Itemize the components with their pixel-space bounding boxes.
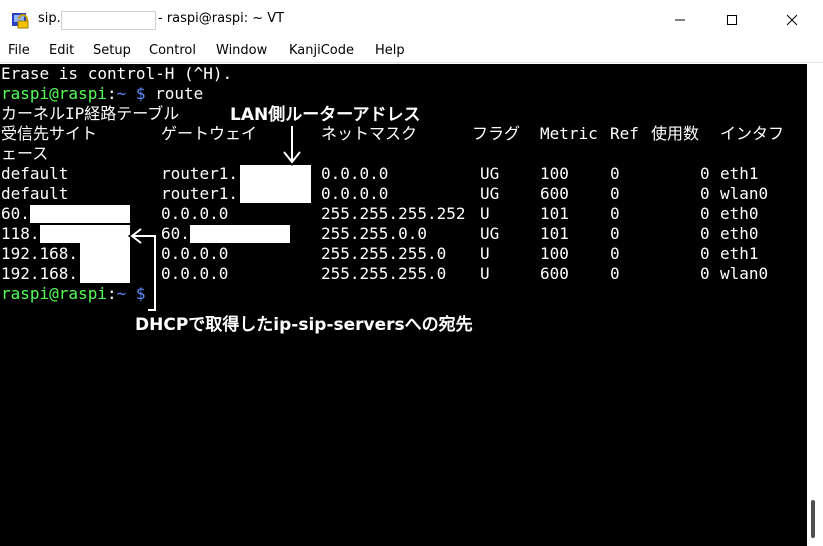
bracket-arrow-icon (127, 227, 158, 313)
annotation-arrows (127, 126, 302, 313)
annotation-lan-router: LAN側ルーターアドレス (230, 105, 421, 125)
annotation-dhcp-servers: DHCPで取得したip-sip-serversへの宛先 (135, 315, 473, 335)
down-arrow-icon (282, 126, 302, 167)
terminal-window: sip. - raspi@raspi: ~ VT File Edit Setup… (0, 0, 823, 546)
